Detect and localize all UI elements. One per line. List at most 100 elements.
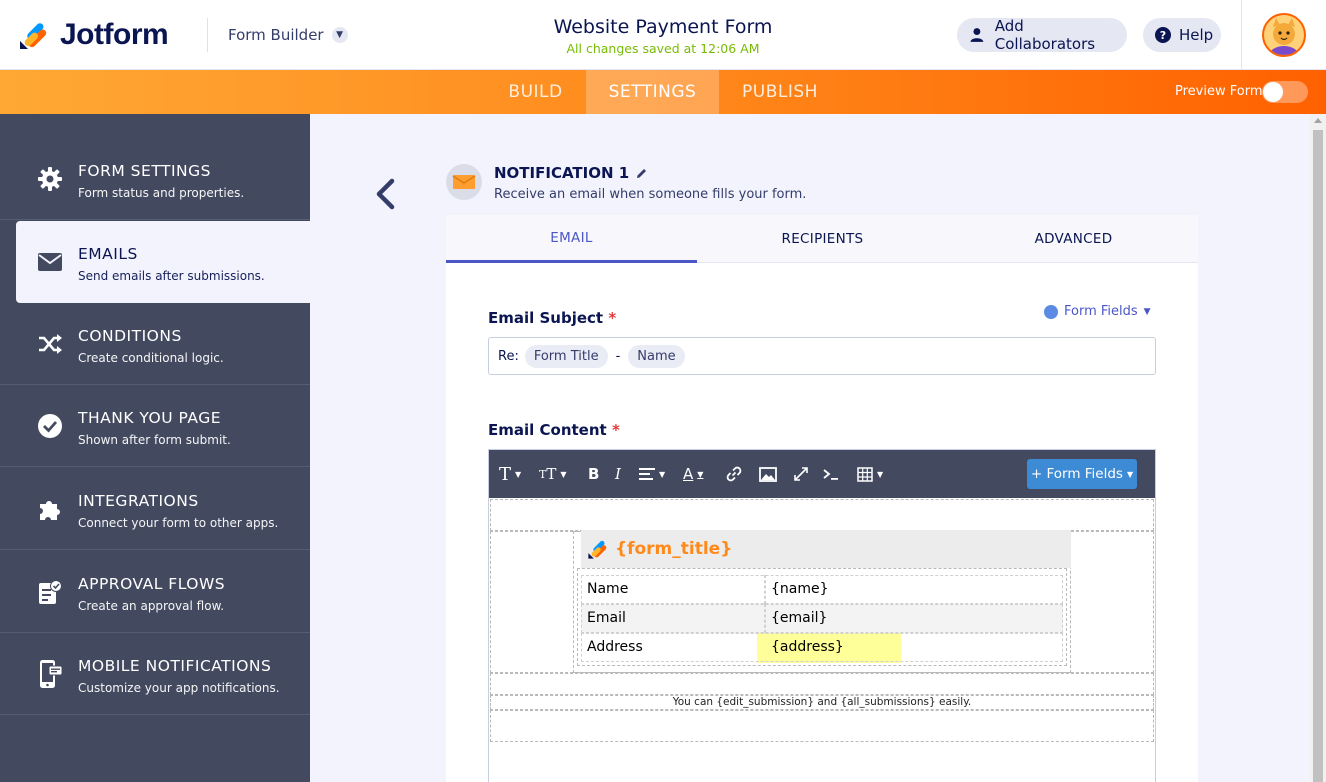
form-builder-label: Form Builder: [228, 26, 324, 44]
preview-form-label: Preview Form: [1175, 84, 1263, 99]
align-icon[interactable]: ▼: [639, 464, 665, 484]
row-value: {email}: [771, 610, 828, 626]
tab-publish[interactable]: PUBLISH: [719, 70, 841, 114]
template-row: [490, 710, 1154, 742]
link-icon[interactable]: [726, 464, 742, 484]
row-label: Name: [587, 581, 629, 597]
settings-sidebar: FORM SETTINGS Form status and properties…: [0, 114, 310, 782]
scrollbar-thumb[interactable]: [1313, 130, 1323, 782]
pencil-icon[interactable]: [635, 167, 648, 180]
sidebar-item-approval-flows[interactable]: APPROVAL FLOWS Create an approval flow.: [0, 551, 310, 633]
avatar-image: [1264, 15, 1304, 55]
sidebar-item-thank-you-page[interactable]: THANK YOU PAGE Shown after form submit.: [0, 385, 310, 467]
form-title[interactable]: Website Payment Form: [463, 16, 863, 38]
shuffle-icon: [36, 330, 64, 358]
email-content-editor[interactable]: T ▼ T T ▼ B I ▼ A ▼ ▼ + Form Fields ▼ {f…: [488, 449, 1156, 782]
insert-form-fields-label: + Form Fields: [1030, 466, 1123, 482]
envelope-icon: [36, 248, 64, 276]
email-template-canvas[interactable]: {form_title} Name {name} Email {email} A…: [489, 498, 1155, 782]
help-button[interactable]: ? Help: [1143, 18, 1221, 52]
text-format-icon[interactable]: T ▼: [499, 464, 521, 485]
chevron-down-icon: ▼: [1126, 469, 1134, 479]
sidebar-item-conditions[interactable]: CONDITIONS Create conditional logic.: [0, 303, 310, 385]
sidebar-item-subtitle: Form status and properties.: [78, 186, 245, 200]
form-title-tag[interactable]: Form Title: [524, 344, 608, 368]
sidebar-item-subtitle: Create an approval flow.: [78, 599, 225, 613]
toggle-knob: [1263, 82, 1283, 102]
table-icon[interactable]: ▼: [857, 464, 883, 484]
form-title-area: Website Payment Form All changes saved a…: [463, 16, 863, 56]
row-value: {address}: [771, 639, 844, 655]
sidebar-item-title: INTEGRATIONS: [78, 492, 199, 510]
sidebar-item-title: CONDITIONS: [78, 327, 182, 345]
tab-build[interactable]: BUILD: [485, 70, 586, 114]
header-divider: [207, 18, 208, 52]
template-row: [490, 673, 1154, 695]
sidebar-item-mobile-notifications[interactable]: MOBILE NOTIFICATIONS Customize your app …: [0, 633, 310, 715]
insert-form-fields-button[interactable]: + Form Fields ▼: [1027, 459, 1137, 489]
header-divider: [1241, 0, 1242, 70]
tab-recipients[interactable]: RECIPIENTS: [697, 215, 948, 263]
avatar[interactable]: [1262, 13, 1306, 57]
sidebar-item-form-settings[interactable]: FORM SETTINGS Form status and properties…: [0, 138, 310, 220]
template-form-title: {form_title}: [615, 539, 733, 559]
required-mark: *: [611, 421, 620, 439]
add-collaborators-button[interactable]: Add Collaborators: [957, 17, 1127, 53]
sidebar-item-title: FORM SETTINGS: [78, 162, 211, 180]
text-color-icon[interactable]: A ▼: [683, 464, 703, 484]
bold-icon[interactable]: B: [588, 464, 599, 484]
table-row: Email {email}: [581, 604, 1063, 633]
notification-envelope-icon: [446, 164, 482, 200]
sidebar-item-integrations[interactable]: INTEGRATIONS Connect your form to other …: [0, 468, 310, 550]
notification-title[interactable]: NOTIFICATION 1: [494, 164, 648, 182]
save-status: All changes saved at 12:06 AM: [566, 41, 760, 56]
scroll-up-arrow-icon[interactable]: [1314, 118, 1322, 123]
main-nav: BUILD SETTINGS PUBLISH Preview Form: [0, 70, 1326, 114]
sidebar-item-title: MOBILE NOTIFICATIONS: [78, 657, 272, 675]
image-icon[interactable]: [759, 464, 777, 484]
sidebar-item-subtitle: Customize your app notifications.: [78, 681, 280, 695]
check-circle-icon: [36, 412, 64, 440]
preview-form-toggle[interactable]: [1262, 81, 1308, 103]
name-tag[interactable]: Name: [628, 344, 685, 368]
email-subject-label: Email Subject *: [488, 309, 616, 327]
editor-toolbar: T ▼ T T ▼ B I ▼ A ▼ ▼ + Form Fields ▼: [489, 450, 1155, 498]
subject-separator: -: [615, 348, 621, 364]
required-mark: *: [608, 309, 617, 327]
font-size-icon[interactable]: T T ▼: [539, 464, 567, 484]
gear-icon: [36, 165, 64, 193]
chevron-down-icon: ▼: [1143, 306, 1151, 317]
row-value: {name}: [771, 581, 829, 597]
sidebar-item-title: THANK YOU PAGE: [78, 409, 221, 427]
sidebar-item-title: EMAILS: [78, 245, 138, 263]
back-arrow-icon[interactable]: [372, 178, 400, 210]
expand-icon[interactable]: [793, 464, 809, 484]
table-row: Address {address}: [581, 633, 1063, 663]
subject-prefix: Re:: [498, 348, 519, 364]
sidebar-item-subtitle: Create conditional logic.: [78, 351, 224, 365]
tab-email[interactable]: EMAIL: [446, 215, 697, 263]
tab-advanced[interactable]: ADVANCED: [948, 215, 1199, 263]
help-label: Help: [1179, 26, 1214, 44]
add-collaborators-label: Add Collaborators: [994, 17, 1096, 53]
puzzle-icon: [36, 495, 64, 523]
sidebar-item-subtitle: Shown after form submit.: [78, 433, 231, 447]
form-fields-label: Form Fields: [1064, 304, 1138, 319]
italic-icon[interactable]: I: [615, 464, 621, 484]
notification-panel: EMAIL RECIPIENTS ADVANCED Email Subject …: [446, 215, 1198, 782]
row-label: Address: [587, 639, 643, 655]
form-builder-dropdown[interactable]: Form Builder ▼: [228, 26, 348, 44]
jotform-logo[interactable]: Jotform: [18, 18, 169, 52]
tab-settings[interactable]: SETTINGS: [586, 70, 719, 114]
sidebar-item-title: APPROVAL FLOWS: [78, 575, 226, 593]
code-icon[interactable]: [823, 464, 839, 484]
page-scrollbar[interactable]: [1310, 114, 1326, 782]
user-icon: [970, 28, 984, 42]
form-fields-dropdown[interactable]: Form Fields ▼: [1044, 304, 1151, 319]
email-subject-input[interactable]: Re: Form Title - Name: [488, 337, 1156, 375]
sidebar-item-emails[interactable]: EMAILS Send emails after submissions.: [16, 221, 310, 303]
link-icon: [1044, 304, 1058, 319]
question-icon: ?: [1155, 27, 1171, 43]
column-divider: [764, 575, 766, 604]
notification-tabs: EMAIL RECIPIENTS ADVANCED: [446, 215, 1198, 263]
